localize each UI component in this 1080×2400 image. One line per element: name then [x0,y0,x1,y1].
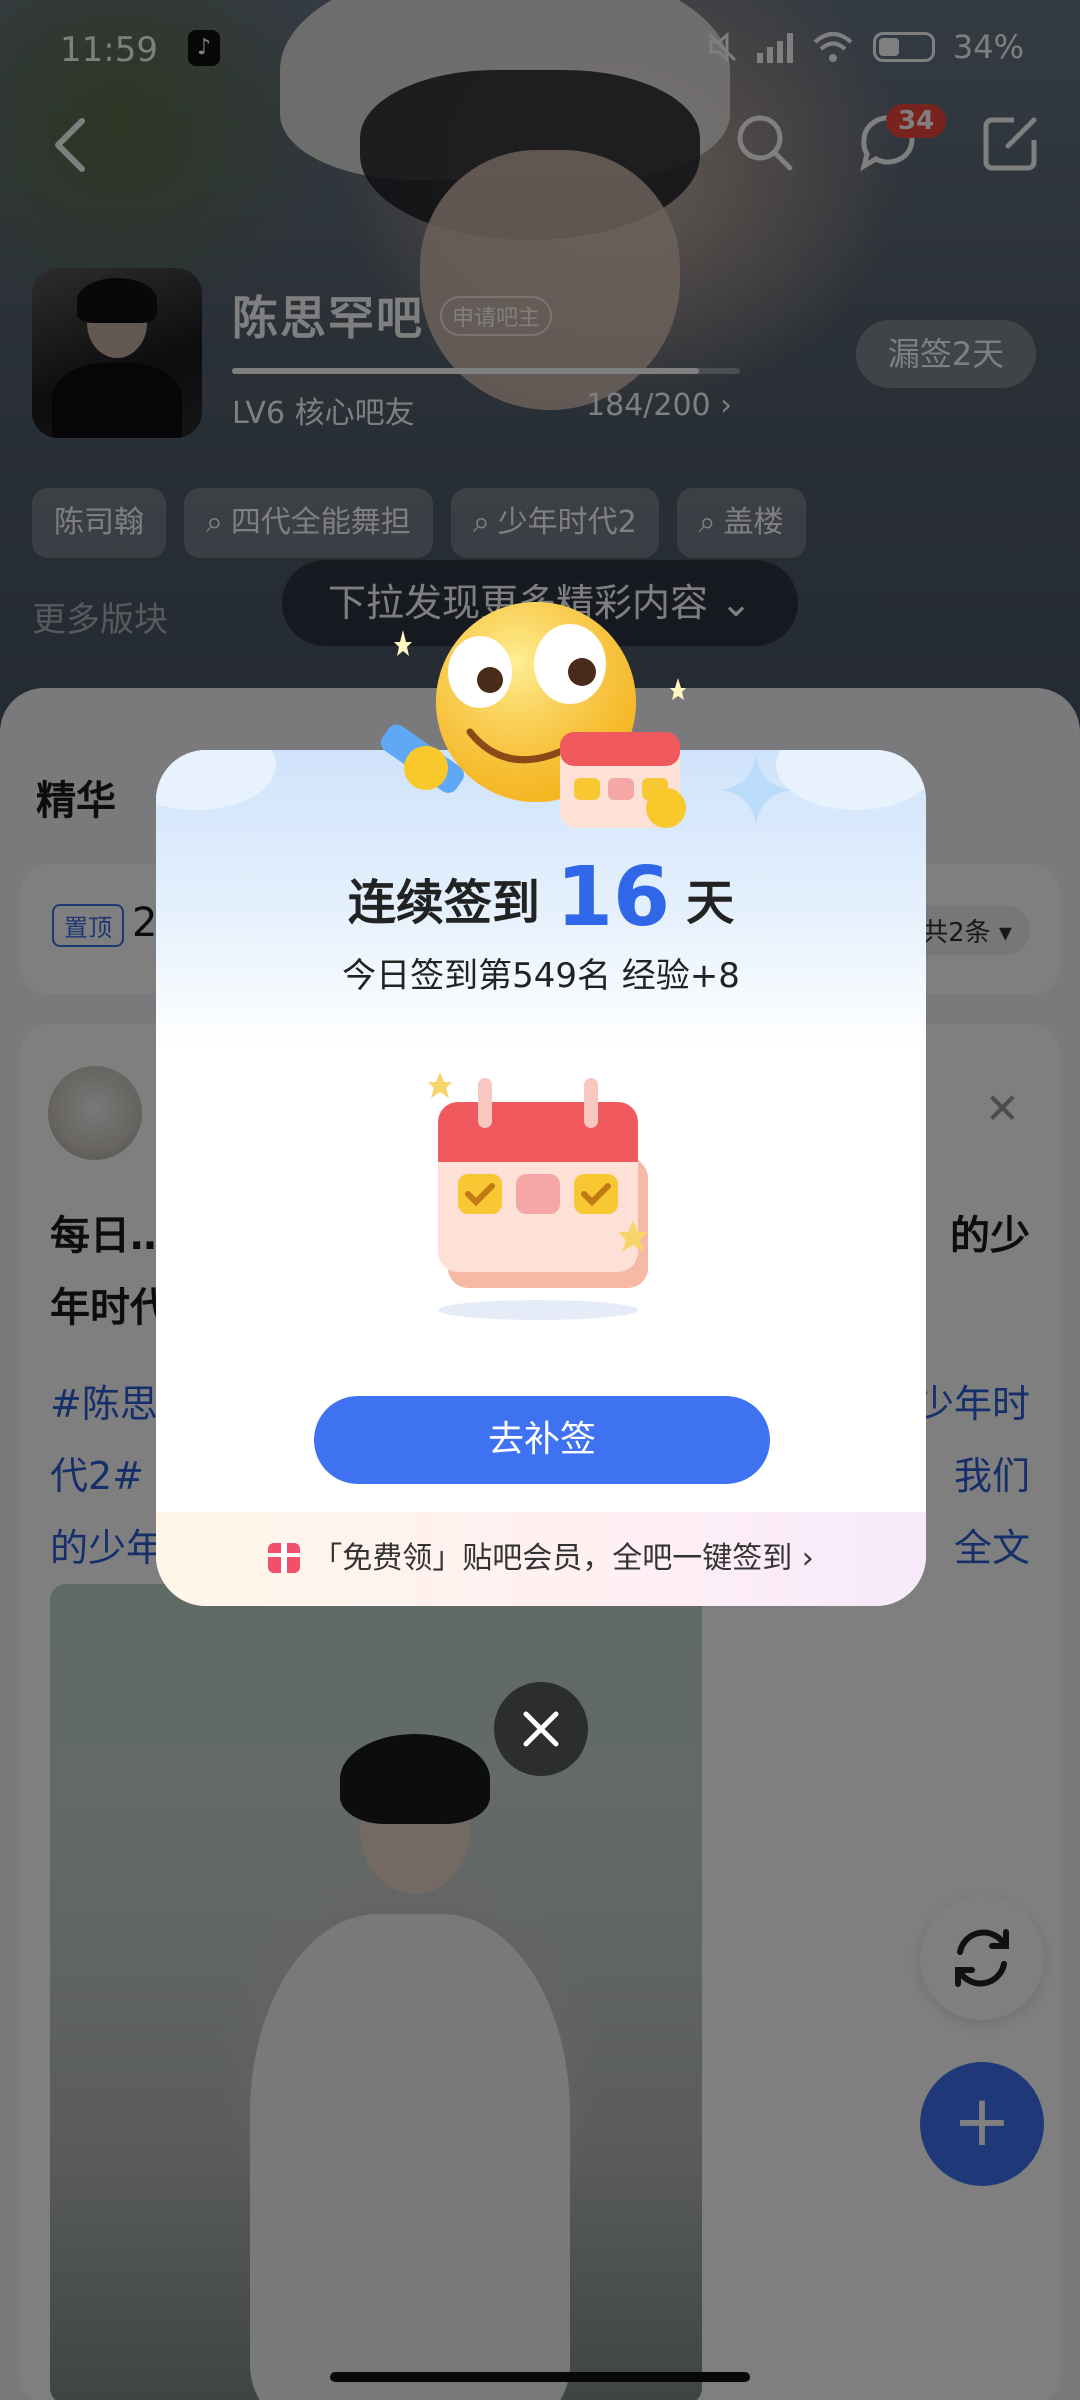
promo-text: 「免费领」贴吧会员，全吧一键签到 › [312,1541,814,1576]
smiley-mascot-icon [380,602,686,828]
close-icon [523,1711,559,1747]
streak-prefix: 连续签到 [347,875,540,931]
cloud-shape [156,750,276,810]
membership-promo[interactable]: 「免费领」贴吧会员，全吧一键签到 › [156,1512,926,1606]
rank-exp-text: 今日签到第549名 经验+8 [342,956,740,996]
cloud-shape [776,750,926,810]
gift-icon [268,1543,301,1573]
membership-promo-text: 「免费领」贴吧会员，全吧一键签到 › [156,1512,926,1606]
signin-dialog: 连续签到 16 天 今日签到第549名 经验+8 去补签 「免费领」贴吧会员，全吧一… [156,750,926,1606]
dialog-close-button[interactable] [494,1682,588,1776]
sparkle-icon [720,754,792,826]
calendar-icon [428,1072,648,1320]
make-up-signin-button[interactable]: 去补签 [314,1396,770,1484]
streak-suffix: 天 [686,875,735,931]
